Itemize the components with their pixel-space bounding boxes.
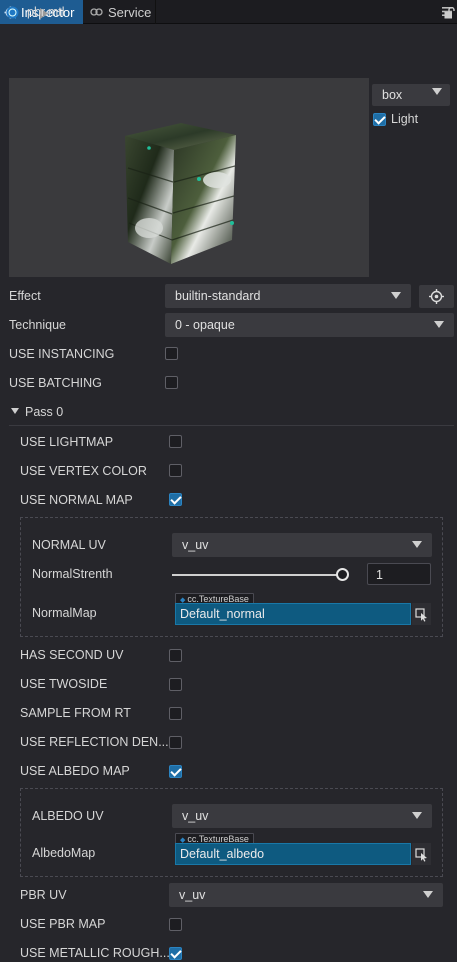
use-pbr-map-label: USE PBR MAP: [20, 917, 106, 931]
preview-shape-value: box: [382, 88, 403, 102]
use-metallic-rough-label: USE METALLIC ROUGH...: [20, 946, 170, 960]
technique-value: 0 - opaque: [175, 318, 235, 332]
use-albedo-map-checkbox[interactable]: [169, 765, 182, 778]
normal-uv-value: v_uv: [182, 538, 209, 552]
normal-map-asset-field[interactable]: Default_normal: [175, 603, 411, 625]
albedo-uv-value: v_uv: [182, 809, 209, 823]
normal-strength-track: [172, 574, 344, 576]
normal-map-value: Default_normal: [180, 607, 265, 621]
normal-uv-select[interactable]: v_uv: [172, 533, 432, 557]
use-instancing-checkbox[interactable]: [165, 347, 178, 360]
technique-label: Technique: [9, 318, 66, 332]
preview-options: [369, 78, 457, 277]
cloud-link-icon: [90, 8, 103, 16]
albedo-map-label: AlbedoMap: [32, 846, 96, 860]
target-icon: [429, 289, 444, 304]
chevron-down-icon: [432, 88, 442, 95]
albedo-map-asset-field[interactable]: Default_albedo: [175, 843, 411, 865]
nav-row: [0, 25, 457, 53]
albedo-uv-label: ALBEDO UV: [32, 809, 104, 823]
use-batching-checkbox[interactable]: [165, 376, 178, 389]
pbr-uv-label: PBR UV: [20, 888, 67, 902]
has-second-uv-label: HAS SECOND UV: [20, 648, 124, 662]
effect-locate-button[interactable]: [419, 285, 454, 308]
chevron-down-icon: [412, 812, 422, 819]
albedo-map-pick-button[interactable]: [412, 843, 431, 865]
use-twoside-checkbox[interactable]: [169, 678, 182, 691]
light-checkbox[interactable]: [373, 113, 386, 126]
normal-strength-slider[interactable]: [336, 568, 349, 581]
albedo-uv-select[interactable]: v_uv: [172, 804, 432, 828]
pbr-uv-select[interactable]: v_uv: [169, 883, 443, 907]
use-vertex-color-checkbox[interactable]: [169, 464, 182, 477]
pass-label[interactable]: Pass 0: [25, 405, 63, 419]
normal-uv-label: NORMAL UV: [32, 538, 106, 552]
material-icon: [6, 6, 19, 19]
use-lightmap-checkbox[interactable]: [169, 435, 182, 448]
tab-service[interactable]: Service: [84, 0, 156, 24]
use-twoside-label: USE TWOSIDE: [20, 677, 108, 691]
use-normal-map-checkbox[interactable]: [169, 493, 182, 506]
technique-select[interactable]: 0 - opaque: [165, 313, 454, 337]
material-preview[interactable]: [9, 78, 369, 277]
preview-cube: [125, 123, 236, 264]
collapse-arrow-icon[interactable]: [11, 408, 19, 414]
sample-from-rt-label: SAMPLE FROM RT: [20, 706, 131, 720]
chevron-down-icon: [434, 321, 444, 328]
effect-label: Effect: [9, 289, 41, 303]
lock-icon[interactable]: [444, 7, 455, 19]
normal-map-label: NormalMap: [32, 606, 97, 620]
use-instancing-label: USE INSTANCING: [9, 347, 115, 361]
pbr-uv-value: v_uv: [179, 888, 206, 902]
use-metallic-rough-checkbox[interactable]: [169, 947, 182, 960]
use-vertex-color-label: USE VERTEX COLOR: [20, 464, 147, 478]
effect-value: builtin-standard: [175, 289, 261, 303]
normal-strength-value: 1: [376, 568, 383, 582]
normal-strength-input[interactable]: 1: [367, 563, 431, 585]
use-normal-map-label: USE NORMAL MAP: [20, 493, 133, 507]
chevron-down-icon: [391, 292, 401, 299]
albedo-map-value: Default_albedo: [180, 847, 265, 861]
pointer-icon: [415, 848, 427, 862]
sample-from-rt-checkbox[interactable]: [169, 707, 182, 720]
use-pbr-map-checkbox[interactable]: [169, 918, 182, 931]
has-second-uv-checkbox[interactable]: [169, 649, 182, 662]
chevron-down-icon: [423, 891, 433, 898]
use-reflection-label: USE REFLECTION DEN...: [20, 735, 169, 749]
use-albedo-map-label: USE ALBEDO MAP: [20, 764, 130, 778]
normal-strength-label: NormalStrenth: [32, 567, 113, 581]
effect-select[interactable]: builtin-standard: [165, 284, 411, 308]
pointer-icon: [415, 608, 427, 622]
use-reflection-checkbox[interactable]: [169, 736, 182, 749]
tab-service-label: Service: [108, 4, 152, 20]
chevron-down-icon: [412, 541, 422, 548]
use-lightmap-label: USE LIGHTMAP: [20, 435, 114, 449]
normal-map-pick-button[interactable]: [412, 603, 431, 625]
use-batching-label: USE BATCHING: [9, 376, 102, 390]
pass-divider: [9, 425, 454, 426]
file-name: pbr.mtl: [27, 5, 65, 19]
preview-shape-select[interactable]: box: [372, 84, 450, 106]
light-label: Light: [391, 112, 419, 126]
